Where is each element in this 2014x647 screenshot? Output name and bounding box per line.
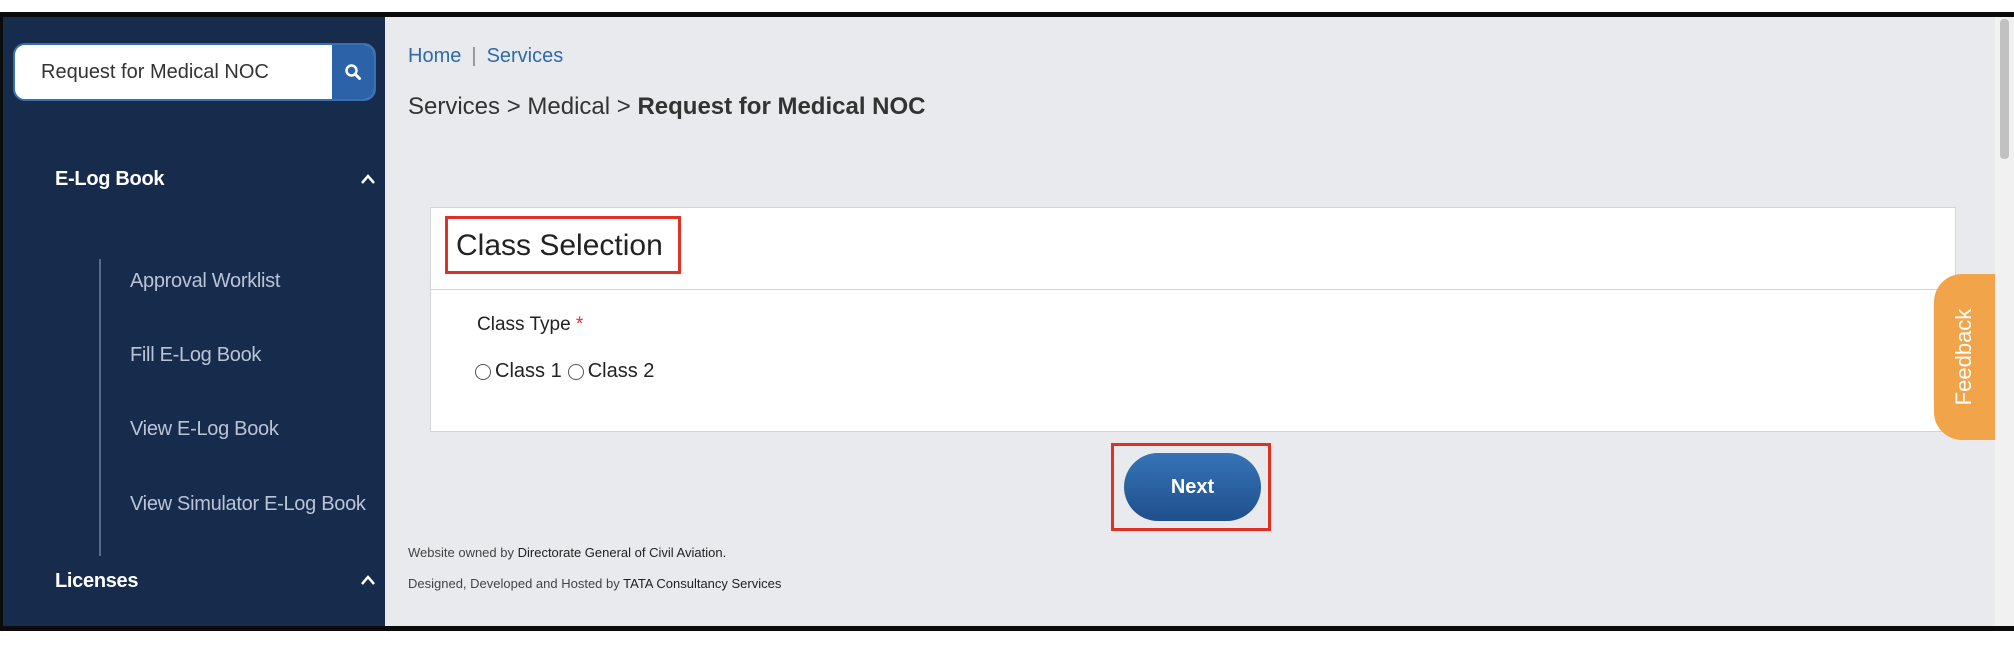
chevron-up-icon[interactable] xyxy=(361,172,375,186)
chevron-up-icon[interactable] xyxy=(361,573,375,587)
page-path: Services > Medical > Request for Medical… xyxy=(408,93,925,121)
breadcrumb-separator: | xyxy=(471,45,477,67)
search-box xyxy=(13,43,376,101)
footer-designed: Designed, Developed and Hosted by TATA C… xyxy=(408,576,781,591)
panel-header: Class Selection xyxy=(431,208,1955,290)
sidebar-item-fill-elog-book[interactable]: Fill E-Log Book xyxy=(130,344,261,367)
panel-title: Class Selection xyxy=(445,216,681,274)
feedback-label[interactable]: Feedback xyxy=(1951,309,1977,406)
page-path-prefix: Services > Medical > xyxy=(408,93,638,120)
scrollbar-thumb[interactable] xyxy=(2000,19,2009,159)
class-type-options: Class 1 Class 2 xyxy=(475,360,660,383)
next-button[interactable]: Next xyxy=(1124,453,1261,521)
search-icon xyxy=(345,64,361,80)
subnav-divider xyxy=(99,259,101,556)
feedback-tab[interactable]: Feedback xyxy=(1934,274,1995,440)
class-type-label-text: Class Type xyxy=(477,314,571,335)
breadcrumb-home-link[interactable]: Home xyxy=(408,45,461,67)
sidebar-section-elog-book[interactable]: E-Log Book xyxy=(55,168,165,191)
class-1-label[interactable]: Class 1 xyxy=(495,360,562,383)
page-title: Request for Medical NOC xyxy=(637,93,926,120)
footer-owned: Website owned by Directorate General of … xyxy=(408,545,726,560)
scrollbar[interactable] xyxy=(1995,17,2014,626)
search-button[interactable] xyxy=(332,45,374,99)
footer-owned-prefix: Website owned by xyxy=(408,545,518,560)
footer-vendor-link[interactable]: TATA Consultancy Services xyxy=(623,576,781,591)
sidebar-section-licenses[interactable]: Licenses xyxy=(55,570,139,593)
breadcrumb: Home | Services xyxy=(408,45,563,68)
class-selection-panel: Class Selection Class Type * Class 1 Cla… xyxy=(430,207,1956,432)
class-1-radio[interactable] xyxy=(475,363,491,380)
class-2-label[interactable]: Class 2 xyxy=(588,360,655,383)
sidebar-item-approval-worklist[interactable]: Approval Worklist xyxy=(130,270,280,293)
sidebar-item-view-elog-book[interactable]: View E-Log Book xyxy=(130,418,279,441)
sidebar-item-view-simulator-elog-book[interactable]: View Simulator E-Log Book xyxy=(130,493,366,516)
footer-designed-prefix: Designed, Developed and Hosted by xyxy=(408,576,624,591)
required-marker: * xyxy=(575,314,584,335)
class-2-radio[interactable] xyxy=(567,363,584,380)
class-type-label: Class Type * xyxy=(477,314,583,336)
footer-owner-link[interactable]: Directorate General of Civil Aviation. xyxy=(518,545,727,560)
search-input[interactable] xyxy=(15,45,325,99)
sidebar: E-Log Book Approval Worklist Fill E-Log … xyxy=(0,17,385,626)
breadcrumb-services-link[interactable]: Services xyxy=(487,45,564,67)
